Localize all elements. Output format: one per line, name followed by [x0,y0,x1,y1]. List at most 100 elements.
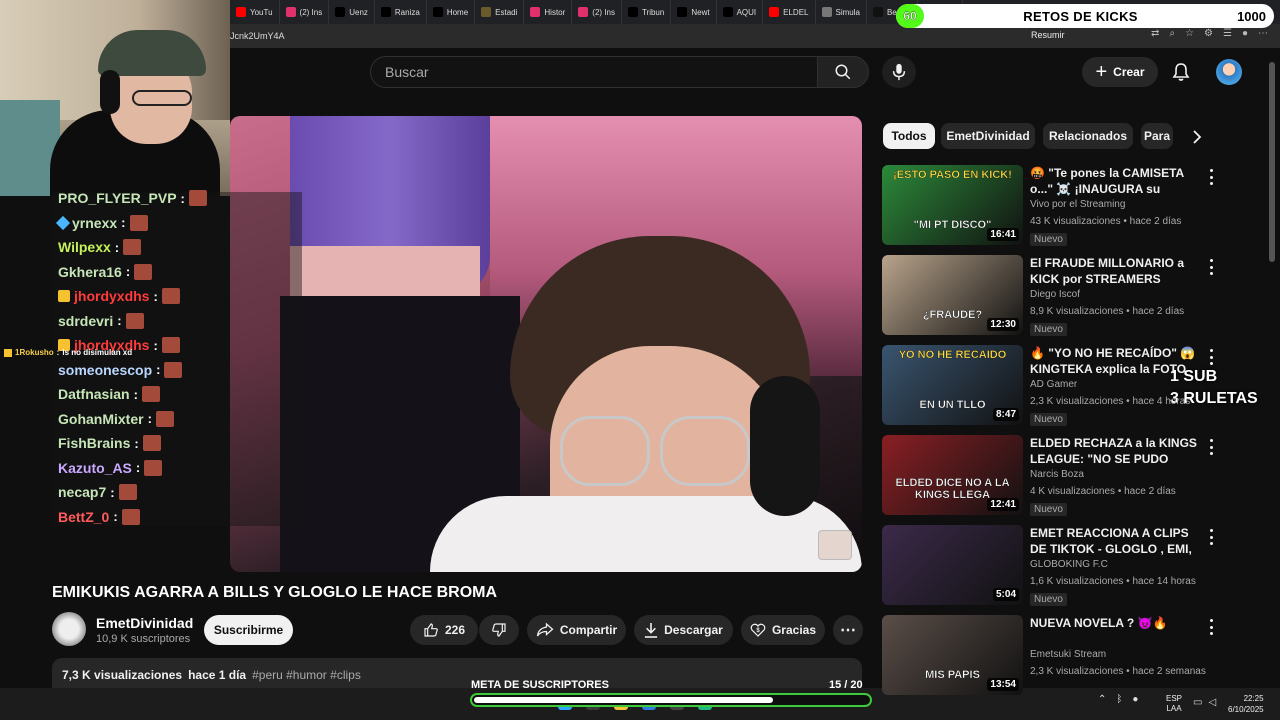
create-label: Crear [1113,65,1145,79]
hashtags[interactable]: #peru #humor #clips [252,668,361,688]
notifications-bell-icon[interactable] [1172,62,1190,82]
video-thumbnail[interactable]: ¿FRAUDE? 12:30 [882,255,1023,335]
video-player[interactable] [230,116,862,572]
x-icon [627,7,638,17]
share-label: Compartir [559,623,618,637]
browser-tab-label: Histor [544,7,566,17]
video-channel[interactable]: AD Gamer [1030,379,1077,390]
browser-tab[interactable]: AQUI [717,0,764,24]
video-meta: 2,3 K visualizaciones • hace 2 semanas [1030,666,1206,677]
filter-chip[interactable]: Todos [883,123,935,149]
url-text[interactable]: Jcnk2UmY4A [230,31,285,41]
more-actions-button[interactable]: ⋯ [833,615,863,645]
channel-avatar[interactable] [52,612,86,646]
video-title-link[interactable]: 🔥 "YO NO HE RECAÍDO" 😱 KINGTEKA explica … [1030,345,1200,377]
video-title-link[interactable]: EMET REACCIONA A CLIPS DE TIKTOK - GLOGL… [1030,525,1200,557]
volume-icon[interactable]: ◁ [1208,697,1216,708]
create-button[interactable]: + Crear [1082,57,1158,87]
search-input[interactable]: Buscar [370,56,818,88]
browser-tab[interactable]: Home [427,0,476,24]
video-title-link[interactable]: NUEVA NOVELA ? 😈🔥 [1030,615,1200,647]
more-vertical-icon[interactable] [1206,439,1216,455]
browser-tab[interactable]: Uenz [329,0,375,24]
chevron-right-icon [1193,130,1202,144]
video-channel[interactable]: Diego Iscof [1030,289,1080,300]
browser-tab[interactable]: Raniza [375,0,427,24]
chat-message: PRO_FLYER_PVP: [58,188,207,208]
resume-button[interactable]: Resumir [1031,30,1065,40]
plus-icon: + [1095,61,1108,83]
video-title-link[interactable]: ELDED RECHAZA a la KINGS LEAGUE: "NO SE … [1030,435,1200,467]
browser-tab[interactable]: Simula [816,0,867,24]
recommended-video[interactable]: ¿FRAUDE? 12:30 El FRAUDE MILLONARIO a KICK… [882,255,1262,337]
download-button[interactable]: Descargar [634,615,733,645]
video-channel[interactable]: Narcis Boza [1030,469,1084,480]
video-title-link[interactable]: 🤬 "Te pones la CAMISETA o..." ☠️ ¡INAUGU… [1030,165,1200,197]
browser-tab[interactable]: Estadi [475,0,525,24]
voice-search-button[interactable] [882,56,916,88]
video-channel[interactable]: GLOBOKING F.C [1030,559,1108,570]
thumbs-up-icon [424,623,438,637]
video-thumbnail[interactable]: ELDED DICE NO A LA KINGS LLEGA 12:41 [882,435,1023,515]
channel-watermark[interactable] [818,530,852,560]
profile-icon[interactable]: ● [1242,28,1248,39]
recommended-video[interactable]: 5:04 EMET REACCIONA A CLIPS DE TIKTOK - G… [882,525,1262,607]
network-icon[interactable]: ▭ [1193,697,1202,708]
account-avatar[interactable] [1216,59,1242,85]
thanks-button[interactable]: $ Gracias [741,615,825,645]
browser-tab[interactable]: (2) Ins [572,0,622,24]
x-icon [335,7,346,17]
video-thumbnail[interactable]: 5:04 [882,525,1023,605]
more-vertical-icon[interactable] [1206,169,1216,185]
subscribe-button[interactable]: Suscribirme [204,615,293,645]
browser-tab[interactable]: Tribun [622,0,672,24]
browser-tab-label: Home [446,7,469,17]
video-thumbnail[interactable]: YO NO HE RECAIDO EN UN TLLO 8:47 [882,345,1023,425]
chat-colon: : [135,460,141,475]
video-thumbnail[interactable]: MIS PAPIS 13:54 [882,615,1023,695]
emote-icon [129,214,148,231]
recommended-video[interactable]: ELDED DICE NO A LA KINGS LLEGA 12:41 ELDED… [882,435,1262,517]
extensions-icon[interactable]: ⚙ [1204,28,1213,39]
filter-chip[interactable]: Para [1141,123,1173,149]
browser-tab[interactable]: YouTu [230,0,280,24]
zoom-icon[interactable]: ⌕ [1169,28,1175,39]
favorites-icon[interactable]: ☰ [1223,28,1232,39]
video-thumbnail[interactable]: ¡ESTO PASO EN KICK! "MI PT DISCO" 16:41 [882,165,1023,245]
video-title-link[interactable]: El FRAUDE MILLONARIO a KICK por STREAMER… [1030,255,1200,287]
dislike-button[interactable] [479,615,519,645]
like-button[interactable]: 226 [410,615,478,645]
filter-chip[interactable]: Relacionados [1043,123,1133,149]
chips-next-button[interactable] [1186,126,1208,148]
more-vertical-icon[interactable] [1206,529,1216,545]
emote-icon [121,508,140,525]
browser-tab-label: AQUI [736,7,757,17]
video-channel[interactable]: Vivo por el Streaming [1030,199,1125,210]
browser-tab[interactable]: ELDEL [763,0,816,24]
share-button[interactable]: Compartir [527,615,626,645]
channel-name[interactable]: EmetDivinidad [96,615,193,631]
browser-tab[interactable]: Newt [671,0,717,24]
star-icon[interactable]: ☆ [1185,28,1194,39]
chat-colon: : [156,362,161,377]
more-vertical-icon[interactable] [1206,349,1216,365]
browser-tab-label: Simula [835,7,860,17]
more-vertical-icon[interactable] [1206,619,1216,635]
more-icon[interactable]: ⋯ [1258,28,1268,39]
more-vertical-icon[interactable] [1206,259,1216,275]
recommended-video[interactable]: MIS PAPIS 13:54 NUEVA NOVELA ? 😈🔥 Emetsuki … [882,615,1262,697]
video-duration: 13:54 [987,678,1019,691]
search-button[interactable] [817,56,869,88]
language-indicator[interactable]: ESP LAA [1166,694,1182,714]
recommended-video[interactable]: YO NO HE RECAIDO EN UN TLLO 8:47 🔥 "YO NO H… [882,345,1262,427]
video-channel[interactable]: Emetsuki Stream [1030,649,1106,660]
browser-tab[interactable]: (2) Ins [280,0,330,24]
translate-icon[interactable]: ⇄ [1151,28,1159,39]
super-thanks-icon: $ [750,623,766,637]
sub-goal-count: 15 / 20 [829,679,863,691]
scrollbar-thumb[interactable] [1269,62,1275,262]
filter-chip[interactable]: EmetDivinidad [941,123,1035,149]
browser-tab[interactable]: Histor [524,0,573,24]
recommended-video[interactable]: ¡ESTO PASO EN KICK! "MI PT DISCO" 16:41 🤬 "… [882,165,1262,247]
page-scrollbar[interactable] [1268,62,1276,682]
